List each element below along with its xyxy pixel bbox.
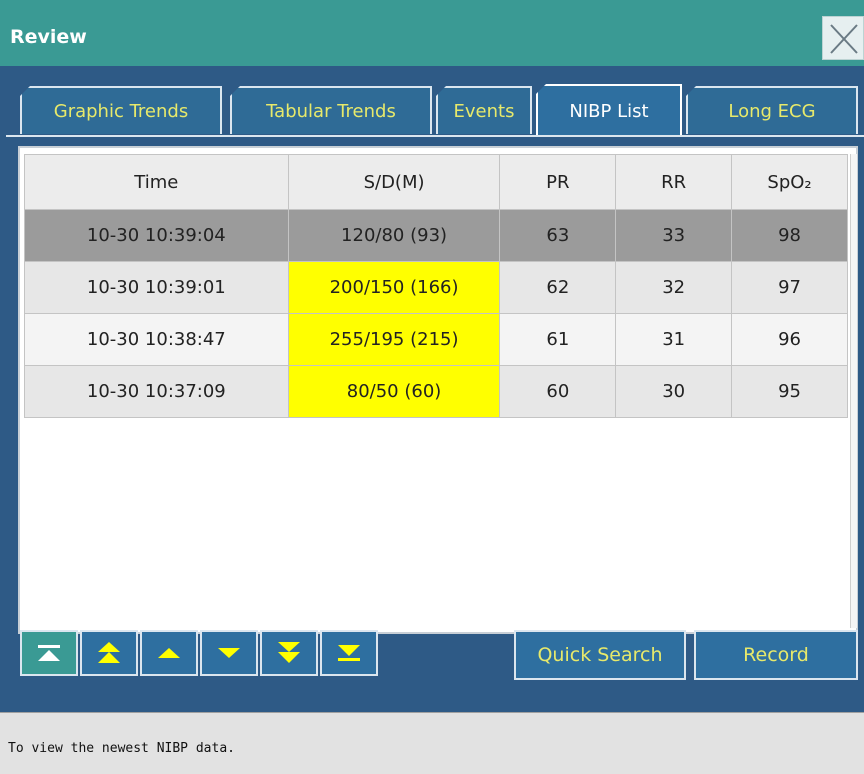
cell-time: 10-30 10:39:01 bbox=[24, 261, 289, 314]
page-down-button[interactable] bbox=[260, 630, 318, 676]
cell-time: 10-30 10:37:09 bbox=[24, 365, 289, 418]
page-up-icon bbox=[98, 642, 120, 663]
close-button[interactable] bbox=[822, 16, 864, 60]
cell-pr: 62 bbox=[499, 261, 617, 314]
cell-pr: 63 bbox=[499, 209, 617, 262]
cell-pr: 60 bbox=[499, 365, 617, 418]
cell-spo2: 95 bbox=[731, 365, 848, 418]
cell-rr: 33 bbox=[615, 209, 733, 262]
page-down-icon bbox=[278, 642, 300, 663]
tab-long-ecg[interactable]: Long ECG bbox=[686, 86, 858, 134]
close-icon bbox=[830, 24, 858, 54]
cell-rr: 32 bbox=[615, 261, 733, 314]
tab-graphic-trends[interactable]: Graphic Trends bbox=[20, 86, 222, 134]
quick-search-button[interactable]: Quick Search bbox=[514, 630, 686, 680]
header-time[interactable]: Time bbox=[24, 154, 289, 210]
table-row[interactable]: 10-30 10:38:47 255/195 (215) 61 31 96 bbox=[24, 313, 848, 366]
title-bar: Review bbox=[0, 0, 864, 66]
jump-to-bottom-icon bbox=[338, 645, 360, 661]
page-up-button[interactable] bbox=[80, 630, 138, 676]
table-row[interactable]: 10-30 10:39:01 200/150 (166) 62 32 97 bbox=[24, 261, 848, 314]
header-spo2[interactable]: SpO₂ bbox=[731, 154, 848, 210]
cell-rr: 30 bbox=[615, 365, 733, 418]
header-sdm[interactable]: S/D(M) bbox=[287, 154, 501, 210]
window-title: Review bbox=[10, 26, 87, 48]
tab-nibp-list[interactable]: NIBP List bbox=[536, 84, 682, 136]
status-message: To view the newest NIBP data. bbox=[8, 741, 235, 756]
cell-spo2: 96 bbox=[731, 313, 848, 366]
cell-spo2: 98 bbox=[731, 209, 848, 262]
cell-sdm-alarm: 80/50 (60) bbox=[287, 365, 501, 418]
status-bar: To view the newest NIBP data. bbox=[0, 712, 864, 774]
cell-rr: 31 bbox=[615, 313, 733, 366]
tab-divider bbox=[6, 135, 864, 137]
nibp-list-panel: Time S/D(M) PR RR SpO₂ 10-30 10:39:04 12… bbox=[18, 146, 858, 634]
cell-sdm: 120/80 (93) bbox=[287, 209, 501, 262]
header-pr[interactable]: PR bbox=[499, 154, 617, 210]
jump-to-top-icon bbox=[38, 645, 60, 661]
table-header-row: Time S/D(M) PR RR SpO₂ bbox=[24, 154, 848, 210]
tab-tabular-trends[interactable]: Tabular Trends bbox=[230, 86, 432, 134]
jump-to-bottom-button[interactable] bbox=[320, 630, 378, 676]
row-up-button[interactable] bbox=[140, 630, 198, 676]
tab-events[interactable]: Events bbox=[436, 86, 532, 134]
cell-time: 10-30 10:38:47 bbox=[24, 313, 289, 366]
table-row[interactable]: 10-30 10:39:04 120/80 (93) 63 33 98 bbox=[24, 209, 848, 262]
row-up-icon bbox=[158, 648, 180, 658]
record-button[interactable]: Record bbox=[694, 630, 858, 680]
cell-pr: 61 bbox=[499, 313, 617, 366]
review-dialog: Graphic Trends Tabular Trends Events NIB… bbox=[6, 66, 864, 696]
jump-to-top-button[interactable] bbox=[20, 630, 78, 676]
table-row[interactable]: 10-30 10:37:09 80/50 (60) 60 30 95 bbox=[24, 365, 848, 418]
row-down-icon bbox=[218, 648, 240, 658]
nibp-table: Time S/D(M) PR RR SpO₂ 10-30 10:39:04 12… bbox=[24, 154, 848, 418]
row-down-button[interactable] bbox=[200, 630, 258, 676]
cell-spo2: 97 bbox=[731, 261, 848, 314]
cell-time: 10-30 10:39:04 bbox=[24, 209, 289, 262]
cell-sdm-alarm: 255/195 (215) bbox=[287, 313, 501, 366]
header-rr[interactable]: RR bbox=[615, 154, 733, 210]
cell-sdm-alarm: 200/150 (166) bbox=[287, 261, 501, 314]
vertical-scrollbar[interactable] bbox=[850, 154, 857, 628]
